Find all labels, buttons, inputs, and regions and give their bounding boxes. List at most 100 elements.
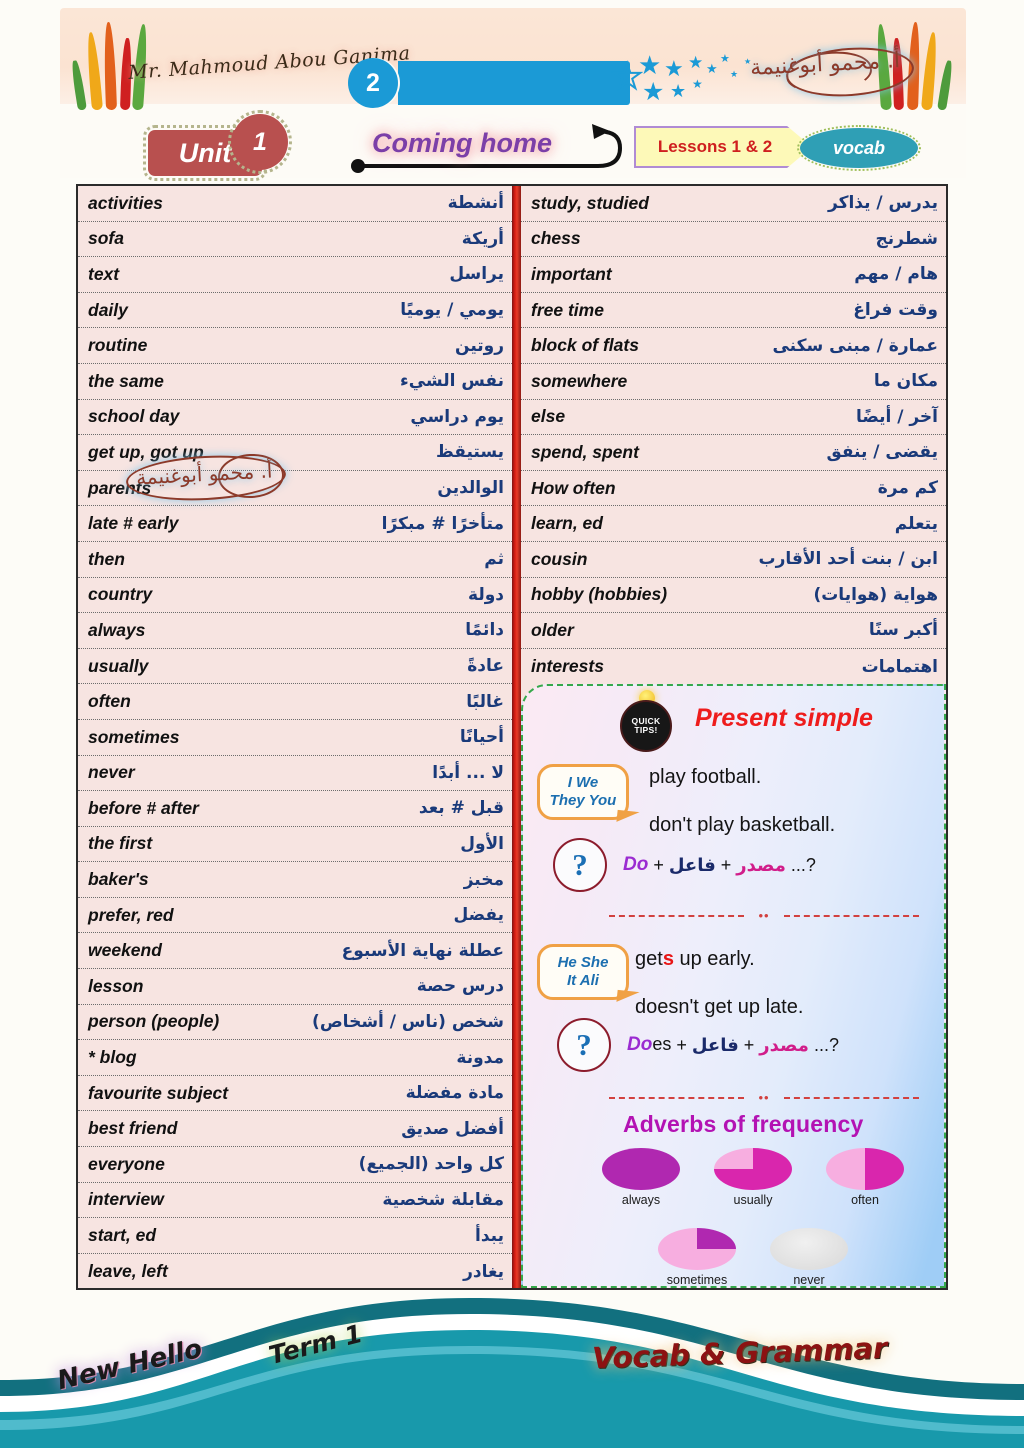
vocab-english: before # after (88, 797, 199, 818)
vocab-row: else آخر / أيضًا (521, 400, 946, 436)
vocab-row: spend, spent يقضى / ينفق (521, 435, 946, 471)
verb-rest: up early. (673, 948, 755, 971)
vocab-right-rows: study, studied يدرس / يذاكر chess شطرنج impo… (521, 186, 946, 684)
vocab-english: then (88, 548, 125, 569)
vocab-arabic: آخر / أيضًا (855, 406, 938, 427)
vocab-arabic: عمارة / مبنى سكنى (772, 335, 938, 356)
vocab-arabic: مقابلة شخصية (382, 1189, 504, 1210)
aux-do: Do (623, 854, 649, 876)
vocab-badge: vocab (797, 125, 921, 171)
vocab-arabic: أفضل صديق (401, 1118, 504, 1139)
vocab-english: the first (88, 833, 153, 854)
vocab-english: interview (88, 1189, 164, 1210)
vocab-row: start, ed يبدأ (78, 1218, 512, 1254)
vocab-english: text (88, 263, 120, 284)
vocab-row: block of flats عمارة / مبنى سكنى (521, 328, 946, 364)
vocab-row: interests اهتمامات (521, 649, 946, 685)
vocab-row: prefer, red يفضل (78, 898, 512, 934)
vocab-row: parents الوالدين (78, 471, 512, 507)
aux-does: Do (627, 1034, 653, 1056)
vocab-row: sofa أريكة (78, 222, 512, 258)
vocab-row: chess شطرنج (521, 222, 946, 258)
vocab-row: free time وقت فراغ (521, 293, 946, 329)
verb-arabic-2: مصدر (759, 1034, 809, 1056)
pie-sometimes: sometimes (651, 1228, 743, 1286)
vocab-arabic: هواية (هوايات) (813, 584, 938, 605)
vocab-row: favourite subject مادة مفضلة (78, 1076, 512, 1112)
vocab-english: country (88, 584, 153, 605)
vocab-row: hobby (hobbies) هواية (هوايات) (521, 578, 946, 614)
vocab-arabic: مادة مفضلة (405, 1083, 504, 1104)
vocab-arabic: شخص (ناس / أشخاص) (312, 1011, 504, 1032)
question-rule-plural: Do + فاعل + مصدر ...? (623, 854, 816, 876)
subject-arabic-2: فاعل (691, 1034, 739, 1056)
column-divider (512, 186, 521, 1288)
pie-label-never: never (793, 1273, 825, 1288)
vocab-arabic: أريكة (461, 228, 504, 249)
subject-plural-line1: I We (567, 773, 599, 791)
vocab-english: hobby (hobbies) (531, 584, 668, 605)
vocab-english: start, ed (88, 1225, 157, 1246)
vocab-row: everyone كل واحد (الجميع) (78, 1147, 512, 1183)
vocab-arabic: غالبًا (466, 691, 504, 712)
subject-singular-line2: It Ali (567, 972, 599, 990)
vocab-row: text يراسل (78, 257, 512, 293)
vocab-row: the first الأول (78, 827, 512, 863)
vocab-arabic: وقت فراغ (853, 300, 938, 321)
negative-singular: doesn't get up late. (635, 996, 804, 1019)
grammar-panel: QUICK TIPS! Present simple I We They You… (521, 684, 946, 1288)
vocab-english: parents (88, 477, 152, 498)
vocab-english: the same (88, 370, 164, 391)
vocab-english: routine (88, 335, 148, 356)
vocab-arabic: يستيقظ (436, 442, 504, 463)
vocab-english: older (531, 619, 574, 640)
stars-decoration: ★ ★ ★ ★ ★ ★ ★ ★ ★ ★ ★ (611, 50, 752, 106)
vocab-english: everyone (88, 1153, 165, 1174)
vocab-english: weekend (88, 940, 162, 961)
vocab-english: daily (88, 299, 128, 320)
vocab-english: activities (88, 192, 163, 213)
vocab-english: favourite subject (88, 1082, 229, 1103)
subject-arabic-1: فاعل (668, 854, 716, 876)
vocab-english: get up, got up (88, 441, 204, 462)
pie-label-usually: usually (733, 1193, 773, 1208)
affirmative-plural: play football. (649, 766, 762, 789)
vocab-row: routine روتين (78, 328, 512, 364)
vocab-arabic: يومي / يوميًا (400, 300, 504, 321)
subject-bubble-singular: He She It Ali (537, 944, 629, 1001)
question-mark-icon: ? (553, 838, 607, 893)
vocab-row: learn, ed يتعلم (521, 506, 946, 542)
vocab-arabic: يراسل (449, 264, 504, 285)
vocab-english: never (88, 762, 135, 783)
vocab-arabic: يبدأ (475, 1225, 504, 1246)
aux-does-suffix: es (652, 1034, 672, 1055)
vocab-row: often غالبًا (78, 684, 512, 720)
affirmative-singular: gets up early. (635, 948, 755, 971)
vocabulary-table: activities أنشطة sofa أريكة text يراسل daily يو… (76, 184, 948, 1290)
lessons-label: Lessons 1 & 2 (657, 137, 773, 156)
negative-plural: don't play basketball. (649, 814, 836, 837)
question-rule-singular: Does + فاعل + مصدر ...? (627, 1034, 839, 1056)
vocab-english: interests (531, 656, 604, 677)
vocab-row: late # early متأخرًا # مبكرًا (78, 506, 512, 542)
vocab-english: lesson (88, 975, 144, 996)
plus-sign-2: + (720, 854, 732, 875)
vocab-row: school day يوم دراسي (78, 400, 512, 436)
vocab-row: sometimes أحيانًا (78, 720, 512, 756)
pie-disc-always (602, 1148, 680, 1191)
vocab-arabic: كم مرة (877, 478, 938, 499)
vocab-row: get up, got up يستيقظ (78, 435, 512, 471)
quick-tips-badge: QUICK TIPS! (620, 700, 672, 753)
quick-tips-line2: TIPS! (634, 725, 658, 736)
vocab-arabic: الوالدين (437, 478, 504, 499)
pie-often: often (819, 1148, 911, 1207)
vocab-arabic: لا ... أبدًا (432, 762, 504, 783)
vocab-arabic: عطلة نهاية الأسبوع (341, 940, 504, 961)
vocab-english: baker's (88, 869, 149, 890)
divider-dashed-2: •• (609, 1090, 920, 1105)
verb-arabic-1: مصدر (736, 854, 786, 876)
pie-always: always (595, 1148, 687, 1207)
vocab-english: best friend (88, 1118, 178, 1139)
vocab-english: late # early (88, 513, 179, 534)
lessons-badge: Lessons 1 & 2 (634, 126, 812, 168)
